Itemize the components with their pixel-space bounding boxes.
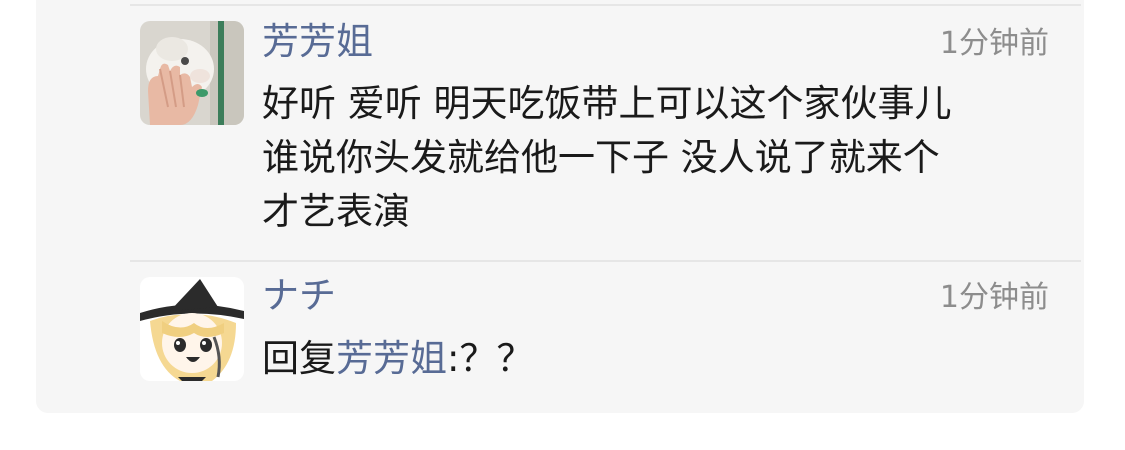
reply-prefix: 回复 (262, 337, 336, 380)
comment-content: 好听 爱听 明天吃饭带上可以这个家伙事儿 谁说你头发就给他一下子 没人说了就来个… (262, 77, 1062, 239)
comment-timestamp: 1分钟前 (939, 26, 1049, 61)
anime-witch-avatar-icon[interactable] (140, 277, 244, 381)
comment-text-line: 才艺表演 (262, 190, 410, 233)
comment-username[interactable]: 芳芳姐 (262, 20, 373, 64)
comment-divider (130, 260, 1081, 262)
comment-divider (130, 4, 1081, 6)
reply-content: 回复芳芳姐:？？ (262, 332, 1062, 386)
reply-mention-link[interactable]: 芳芳姐 (336, 337, 447, 380)
reply-line: 回复芳芳姐:？？ (262, 332, 1062, 386)
white-cat-avatar-icon[interactable] (140, 21, 244, 125)
comment-username[interactable]: ナチ (262, 274, 336, 318)
comment-timestamp: 1分钟前 (939, 280, 1049, 315)
comment-text-line: 好听 爱听 明天吃饭带上可以这个家伙事儿 (262, 82, 952, 125)
reply-text: :？？ (447, 337, 534, 380)
comment-text-line: 谁说你头发就给他一下子 没人说了就来个 (262, 136, 940, 179)
